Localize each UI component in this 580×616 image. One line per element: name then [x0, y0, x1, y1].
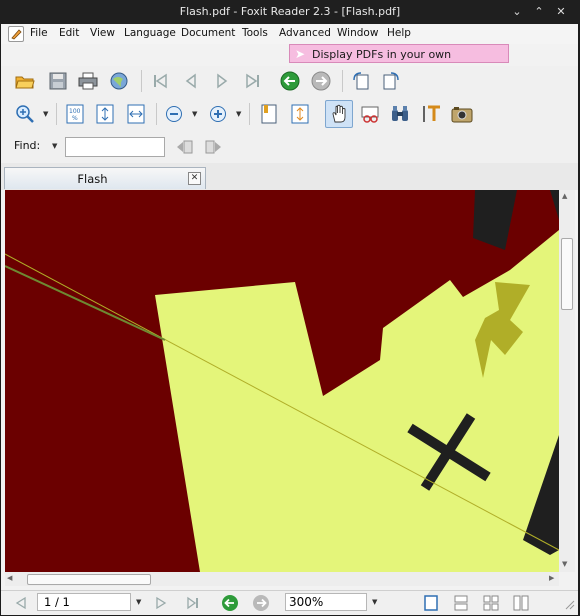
single-page-view-icon[interactable]: [420, 592, 442, 614]
find-binoculars-icon[interactable]: [389, 103, 411, 125]
maximize-icon[interactable]: ⌃: [530, 5, 548, 19]
menu-language[interactable]: Language: [124, 27, 176, 39]
zoom-level-dropdown-icon[interactable]: ▼: [372, 598, 377, 606]
vertical-scroll-thumb[interactable]: [561, 238, 573, 310]
bookmark-page-icon[interactable]: [258, 103, 280, 125]
first-page-icon[interactable]: [149, 70, 171, 92]
page-dropdown-icon[interactable]: ▼: [136, 598, 141, 606]
find-input[interactable]: [65, 137, 165, 157]
menu-view[interactable]: View: [90, 27, 115, 39]
resize-grip-icon[interactable]: [563, 598, 575, 610]
page-number-field[interactable]: 1 / 1: [37, 593, 131, 611]
menu-advanced[interactable]: Advanced: [279, 27, 331, 39]
horizontal-scroll-thumb[interactable]: [27, 574, 151, 585]
globe-icon[interactable]: [108, 70, 130, 92]
fit-page-icon[interactable]: [94, 103, 116, 125]
status-back-icon[interactable]: [219, 592, 241, 614]
cursor-icon: ➤: [295, 47, 306, 61]
find-options-dropdown-icon[interactable]: ▼: [52, 142, 57, 150]
menu-file[interactable]: File: [30, 27, 48, 39]
menu-bar: File Edit View Language Document Tools A…: [1, 24, 578, 44]
scroll-down-icon[interactable]: ▼: [562, 560, 567, 568]
zoom-level-field[interactable]: 300%: [285, 593, 367, 611]
status-forward-icon[interactable]: [250, 592, 272, 614]
select-text-icon[interactable]: [359, 103, 381, 125]
vertical-scrollbar[interactable]: ▲ ▼: [559, 190, 575, 572]
menu-help[interactable]: Help: [387, 27, 411, 39]
menu-window[interactable]: Window: [337, 27, 378, 39]
tab-flash[interactable]: Flash ✕: [4, 167, 206, 189]
menu-edit[interactable]: Edit: [59, 27, 79, 39]
separator: [249, 103, 250, 125]
minimize-icon[interactable]: ⌄: [508, 5, 526, 19]
separator: [156, 103, 157, 125]
rotate-left-icon[interactable]: [350, 70, 372, 92]
zoom-in-icon[interactable]: [207, 103, 229, 125]
svg-text:100: 100: [69, 108, 81, 115]
go-forward-icon[interactable]: [310, 70, 332, 92]
status-last-page-icon[interactable]: [182, 592, 204, 614]
separator: [141, 70, 142, 92]
find-label: Find:: [14, 139, 41, 152]
promo-banner[interactable]: ➤ Display PDFs in your own applications: [289, 44, 509, 80]
go-back-icon[interactable]: [279, 70, 301, 92]
continuous-facing-view-icon[interactable]: [510, 592, 532, 614]
separator: [342, 70, 343, 92]
zoom-out-icon[interactable]: [163, 103, 185, 125]
horizontal-scrollbar[interactable]: ◀ ▶: [5, 572, 559, 586]
print-icon[interactable]: [77, 70, 99, 92]
zoom-out-dropdown-icon[interactable]: ▼: [192, 110, 197, 118]
svg-text:%: %: [72, 115, 78, 122]
snapshot-camera-icon[interactable]: [451, 103, 473, 125]
close-icon[interactable]: ✕: [552, 5, 570, 19]
open-folder-icon[interactable]: [14, 70, 36, 92]
find-previous-icon[interactable]: [173, 136, 195, 158]
menu-document[interactable]: Document: [181, 27, 235, 39]
find-next-icon[interactable]: [203, 136, 225, 158]
rotate-right-icon[interactable]: [380, 70, 402, 92]
separator: [56, 103, 57, 125]
tab-close-icon[interactable]: ✕: [188, 172, 201, 185]
last-page-icon[interactable]: [242, 70, 264, 92]
typewriter-icon[interactable]: [421, 103, 443, 125]
scroll-left-icon[interactable]: ◀: [7, 574, 12, 582]
scroll-up-icon[interactable]: ▲: [562, 192, 567, 200]
app-pen-icon[interactable]: [8, 26, 24, 42]
facing-view-icon[interactable]: [480, 592, 502, 614]
fit-width-icon[interactable]: [125, 103, 147, 125]
status-next-page-icon[interactable]: [150, 592, 172, 614]
actual-size-icon[interactable]: 100%: [64, 103, 86, 125]
menu-tools[interactable]: Tools: [242, 27, 268, 39]
window-title: Flash.pdf - Foxit Reader 2.3 - [Flash.pd…: [179, 5, 401, 18]
tab-label: Flash: [77, 172, 108, 186]
previous-page-icon[interactable]: [180, 70, 202, 92]
save-icon[interactable]: [47, 70, 69, 92]
zoom-dropdown-icon[interactable]: ▼: [43, 110, 48, 118]
title-bar: Flash.pdf - Foxit Reader 2.3 - [Flash.pd…: [0, 0, 580, 24]
zoom-in-magnifier-icon[interactable]: [14, 103, 36, 125]
pdf-page-content: [5, 190, 559, 572]
status-first-page-icon[interactable]: [9, 592, 31, 614]
continuous-view-icon[interactable]: [450, 592, 472, 614]
zoom-in-dropdown-icon[interactable]: ▼: [236, 110, 241, 118]
scroll-right-icon[interactable]: ▶: [549, 574, 554, 582]
next-page-icon[interactable]: [211, 70, 233, 92]
hand-tool-icon[interactable]: [325, 100, 353, 128]
continuous-page-icon[interactable]: [289, 103, 311, 125]
document-view[interactable]: [5, 190, 559, 572]
